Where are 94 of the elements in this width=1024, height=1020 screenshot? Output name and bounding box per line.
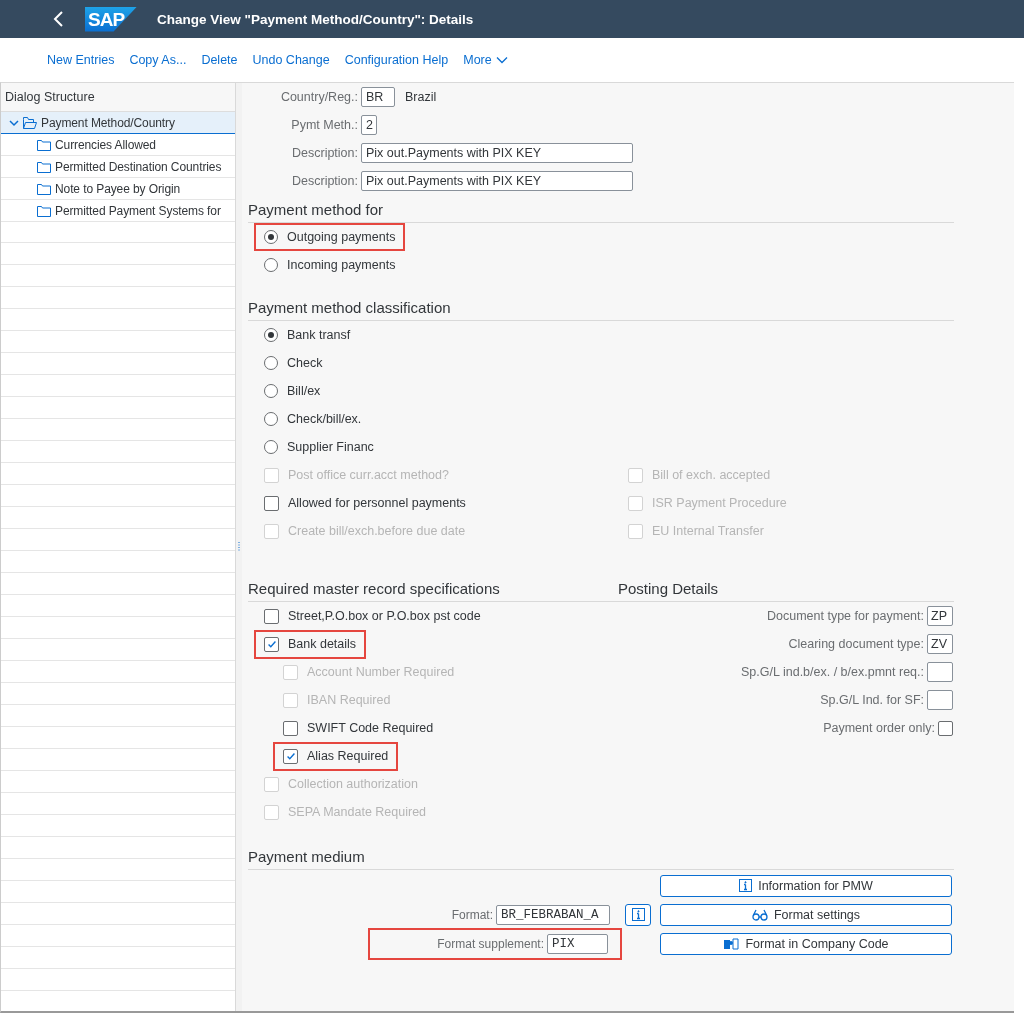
- field-label: Description:: [291, 174, 359, 188]
- folder-icon: [37, 204, 51, 217]
- radio-button[interactable]: [264, 258, 278, 272]
- section-title: Payment medium: [248, 848, 365, 865]
- checkbox-label: Allowed for personnel payments: [288, 496, 466, 510]
- input-field[interactable]: PIX: [547, 933, 608, 954]
- folder-icon: [37, 182, 51, 195]
- folder-icon: [37, 160, 51, 173]
- toolbar-button[interactable]: More: [463, 53, 508, 67]
- field-label: Format:: [451, 907, 493, 922]
- radio-button[interactable]: [264, 230, 278, 244]
- checkbox-label: SEPA Mandate Required: [288, 805, 427, 819]
- field-label: Description:: [291, 146, 359, 160]
- folder-icon: [37, 138, 51, 151]
- field-label: Country/Reg.:: [279, 90, 359, 104]
- checkbox-label: Post office curr.acct method?: [288, 468, 449, 482]
- field-label: Sp.G/L ind.b/ex. / b/ex.pmnt req.:: [741, 665, 924, 679]
- checkbox[interactable]: [264, 495, 279, 511]
- info-icon: [739, 879, 753, 892]
- panel-header: Dialog Structure: [1, 83, 235, 112]
- field-label: Document type for payment:: [766, 609, 924, 623]
- info-icon: [631, 908, 645, 921]
- input-field[interactable]: [927, 662, 953, 682]
- checkbox-label: Account Number Required: [307, 665, 455, 679]
- field-label: Pymt Meth.:: [290, 118, 359, 132]
- checkbox-label: Bill of exch. accepted: [652, 468, 771, 482]
- toolbar-button[interactable]: Configuration Help: [344, 53, 449, 67]
- checkbox-label: SWIFT Code Required: [307, 721, 434, 735]
- folder-icon: [23, 116, 37, 129]
- checkbox[interactable]: [938, 720, 953, 736]
- input-field[interactable]: ZV: [927, 634, 953, 654]
- radio-label: Supplier Financ: [287, 440, 374, 454]
- input-field[interactable]: ZP: [927, 606, 953, 626]
- radio-button[interactable]: [264, 384, 278, 398]
- logo: SAP: [85, 6, 137, 32]
- tree-label: Permitted Destination Countries: [55, 159, 222, 174]
- checkbox-label: EU Internal Transfer: [652, 524, 764, 538]
- toolbar-button[interactable]: New Entries: [47, 53, 115, 67]
- checkbox-label: Bank details: [288, 637, 357, 651]
- section-title: Payment method classification: [248, 299, 451, 316]
- chevron-icon[interactable]: [9, 118, 19, 127]
- action-button[interactable]: Information for PMW: [660, 874, 952, 897]
- input-field[interactable]: BR: [361, 87, 395, 107]
- checkbox-label: Create bill/exch.before due date: [288, 524, 466, 538]
- checkbox[interactable]: [264, 608, 279, 624]
- checkbox[interactable]: [264, 636, 279, 652]
- back-icon[interactable]: [52, 11, 66, 27]
- field-label: Clearing document type:: [788, 637, 924, 651]
- checkbox-label: Street,P.O.box or P.O.box pst code: [288, 609, 481, 623]
- section-title: Payment method for: [248, 201, 384, 218]
- glasses-icon: [751, 908, 768, 921]
- input-field[interactable]: Pix out.Payments with PIX KEY: [361, 143, 633, 163]
- toolbar-button[interactable]: Delete: [201, 53, 238, 67]
- radio-label: Outgoing payments: [287, 230, 396, 244]
- input-field[interactable]: 2: [361, 115, 377, 135]
- checkbox[interactable]: [283, 720, 298, 736]
- window-title: Change View "Payment Method/Country": Details: [157, 11, 474, 27]
- field-label: Format supplement:: [437, 936, 544, 951]
- info-button[interactable]: [625, 903, 651, 926]
- radio-button[interactable]: [264, 412, 278, 426]
- input-field[interactable]: [927, 690, 953, 710]
- tree-label: Permitted Payment Systems for: [55, 203, 221, 218]
- action-button[interactable]: Format settings: [660, 903, 952, 926]
- checkbox-label: Collection authorization: [288, 777, 418, 791]
- tree-item[interactable]: Payment Method/Country: [1, 112, 235, 134]
- radio-label: Check: [287, 356, 323, 370]
- field-label: Payment order only:: [823, 721, 935, 735]
- section-title: Required master record specifications: [248, 580, 501, 597]
- action-button[interactable]: Format in Company Code: [660, 932, 952, 955]
- check-icon: [265, 638, 278, 650]
- input-field[interactable]: BR_FEBRABAN_A: [496, 904, 610, 925]
- radio-button[interactable]: [264, 356, 278, 370]
- checkbox-label: Alias Required: [307, 749, 389, 763]
- tree-label: Note to Payee by Origin: [55, 181, 181, 196]
- chevron-down-icon: [495, 56, 508, 64]
- checkbox-label: ISR Payment Procedure: [652, 496, 787, 510]
- checkbox-label: IBAN Required: [307, 693, 391, 707]
- input-field[interactable]: Pix out.Payments with PIX KEY: [361, 171, 633, 191]
- checkbox[interactable]: [283, 748, 298, 764]
- radio-label: Check/bill/ex.: [287, 412, 362, 426]
- radio-button[interactable]: [264, 328, 278, 342]
- field-label: Sp.G/L Ind. for SF:: [820, 693, 924, 707]
- radio-label: Bank transf: [287, 328, 351, 342]
- splitter-handle-icon[interactable]: [238, 542, 240, 552]
- tree-label: Payment Method/Country: [41, 115, 175, 130]
- radio-label: Bill/ex: [287, 384, 321, 398]
- radio-label: Incoming payments: [287, 258, 396, 272]
- check-icon: [284, 750, 297, 762]
- tree-label: Currencies Allowed: [55, 137, 156, 152]
- field-description: Brazil: [405, 90, 437, 104]
- radio-button[interactable]: [264, 440, 278, 454]
- toolbar-button[interactable]: Undo Change: [252, 53, 330, 67]
- toolbar-button[interactable]: Copy As...: [129, 53, 187, 67]
- section-title: Posting Details: [618, 580, 720, 597]
